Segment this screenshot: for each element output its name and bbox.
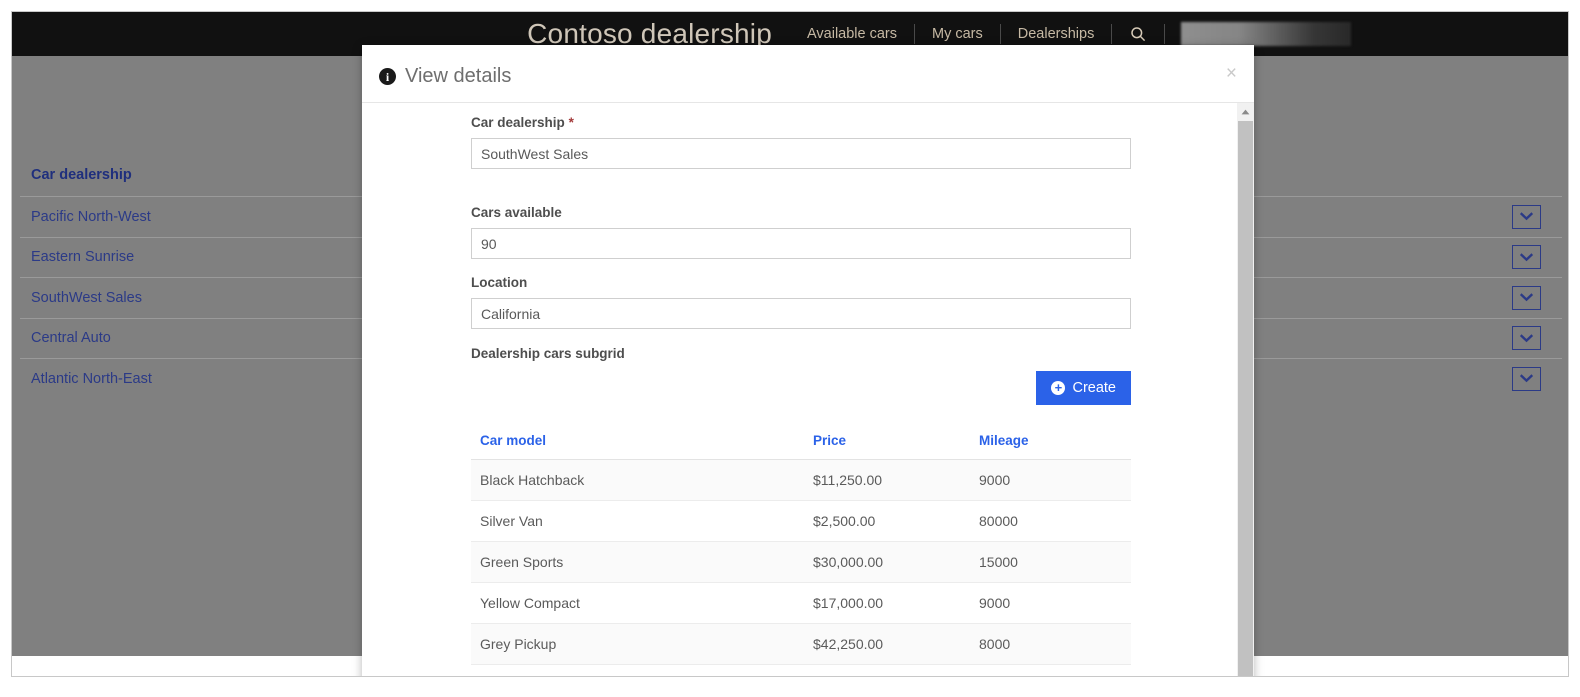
label-text: Car dealership — [471, 115, 565, 130]
close-icon[interactable]: × — [1226, 64, 1237, 83]
subgrid-toolbar: + Create — [471, 371, 1131, 405]
create-button-label: Create — [1072, 380, 1116, 396]
nav-account-redacted[interactable] — [1181, 22, 1352, 46]
cell-mileage[interactable]: 9000 — [970, 459, 1131, 501]
field-label-cars-available: Cars available — [471, 205, 1131, 220]
column-header-car-model[interactable]: Car model — [471, 433, 804, 460]
cell-price[interactable]: $42,250.00 — [804, 623, 970, 665]
view-details-dialog: i View details × Car dealership * Cars a… — [362, 45, 1254, 676]
dialog-title: View details — [405, 65, 512, 87]
subgrid-label: Dealership cars subgrid — [471, 346, 625, 361]
details-form: Car dealership * Cars available Location — [362, 103, 1220, 665]
dialog-title-wrap: i View details — [379, 65, 511, 88]
subgrid-head: Car model Price Mileage — [471, 433, 1131, 460]
field-label-car-dealership: Car dealership * — [471, 115, 1131, 130]
dialog-header: i View details × — [362, 45, 1254, 103]
create-button[interactable]: + Create — [1036, 371, 1131, 405]
cell-car-model[interactable]: Green Sports — [471, 541, 804, 583]
table-row[interactable]: Grey Pickup $42,250.00 8000 — [471, 623, 1131, 665]
subgrid-body: Black Hatchback $11,250.00 9000 Silver V… — [471, 459, 1131, 665]
label-text: Cars available — [471, 205, 562, 220]
cell-price[interactable]: $17,000.00 — [804, 582, 970, 624]
field-location: Location — [471, 275, 1131, 329]
chevron-down-icon[interactable] — [1512, 204, 1541, 229]
cell-dealership-name[interactable]: Atlantic North-East — [31, 371, 152, 387]
car-dealership-input[interactable] — [471, 138, 1131, 169]
label-text: Location — [471, 275, 528, 290]
cell-car-model[interactable]: Yellow Compact — [471, 582, 804, 624]
field-label-location: Location — [471, 275, 1131, 290]
cell-price[interactable]: $2,500.00 — [804, 500, 970, 542]
cell-car-model[interactable]: Silver Van — [471, 500, 804, 542]
cell-dealership-name[interactable]: Central Auto — [31, 330, 111, 346]
column-header-car-dealership: Car dealership — [31, 167, 132, 183]
info-icon: i — [379, 68, 396, 85]
table-row[interactable]: Green Sports $30,000.00 15000 — [471, 541, 1131, 583]
scrollbar-thumb[interactable] — [1238, 121, 1253, 676]
location-input[interactable] — [471, 298, 1131, 329]
dialog-scrollbar[interactable] — [1237, 103, 1254, 676]
cell-car-model[interactable]: Grey Pickup — [471, 623, 804, 665]
cell-dealership-name[interactable]: Pacific North-West — [31, 209, 151, 225]
column-header-price[interactable]: Price — [804, 433, 970, 460]
cell-mileage[interactable]: 80000 — [970, 500, 1131, 542]
cell-price[interactable]: $11,250.00 — [804, 459, 970, 501]
chevron-down-icon[interactable] — [1512, 366, 1541, 391]
dialog-body: Car dealership * Cars available Location — [362, 103, 1254, 676]
chevron-down-icon[interactable] — [1512, 285, 1541, 310]
cars-available-input[interactable] — [471, 228, 1131, 259]
scroll-up-icon[interactable] — [1237, 103, 1254, 120]
column-header-mileage[interactable]: Mileage — [970, 433, 1131, 460]
cell-car-model[interactable]: Black Hatchback — [471, 459, 804, 501]
nav-separator — [1164, 24, 1166, 44]
subgrid-header-row: Car model Price Mileage — [471, 433, 1131, 460]
field-car-dealership: Car dealership * — [471, 115, 1131, 169]
cell-mileage[interactable]: 8000 — [970, 623, 1131, 665]
cell-mileage[interactable]: 15000 — [970, 541, 1131, 583]
table-row[interactable]: Black Hatchback $11,250.00 9000 — [471, 459, 1131, 501]
dealership-cars-subgrid: Car model Price Mileage Black Hatchback … — [471, 433, 1131, 665]
chevron-down-icon[interactable] — [1512, 326, 1541, 351]
page-frame: Contoso dealership Available cars My car… — [11, 11, 1569, 677]
plus-circle-icon: + — [1051, 381, 1066, 395]
table-row[interactable]: Silver Van $2,500.00 80000 — [471, 500, 1131, 542]
cell-mileage[interactable]: 9000 — [970, 582, 1131, 624]
table-row[interactable]: Yellow Compact $17,000.00 9000 — [471, 582, 1131, 624]
cell-dealership-name[interactable]: SouthWest Sales — [31, 290, 142, 306]
required-asterisk: * — [568, 115, 574, 130]
field-cars-available: Cars available — [471, 205, 1131, 259]
search-icon[interactable] — [1112, 26, 1164, 42]
cell-price[interactable]: $30,000.00 — [804, 541, 970, 583]
chevron-down-icon[interactable] — [1512, 245, 1541, 270]
cell-dealership-name[interactable]: Eastern Sunrise — [31, 249, 134, 265]
